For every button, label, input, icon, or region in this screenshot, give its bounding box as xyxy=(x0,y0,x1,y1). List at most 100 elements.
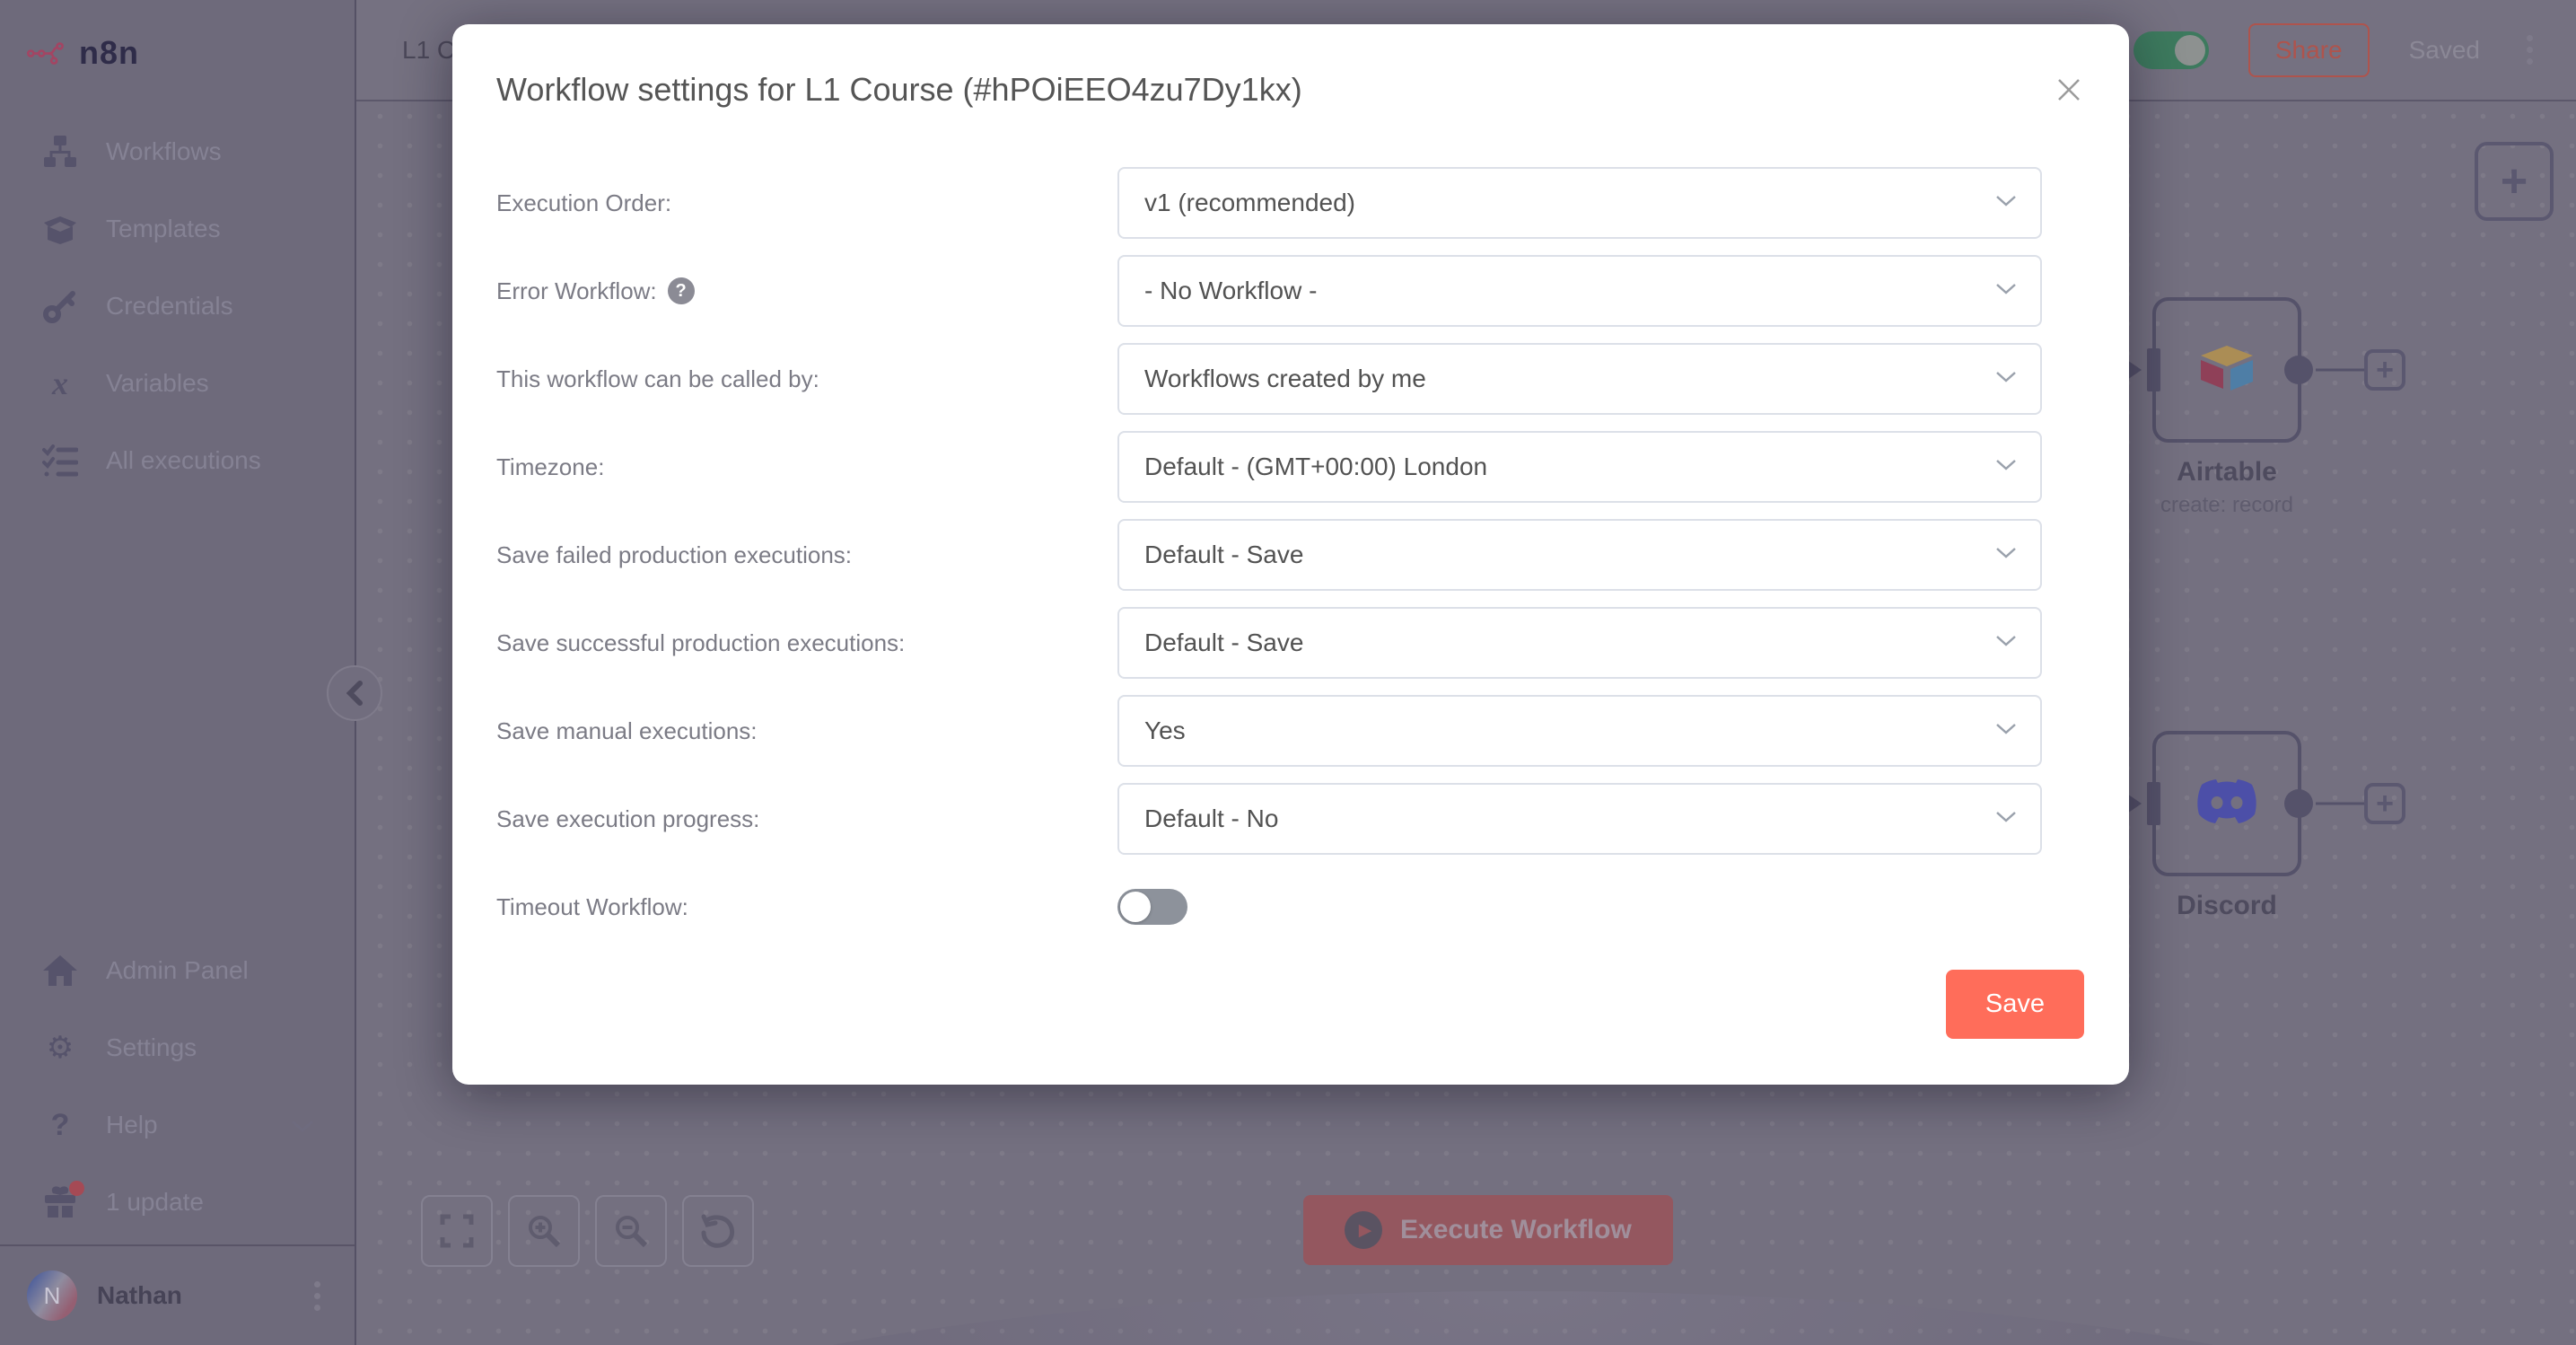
user-kebab-menu-icon[interactable] xyxy=(307,1274,328,1318)
sidebar-item-label: All executions xyxy=(106,446,261,475)
help-tooltip-icon[interactable]: ? xyxy=(668,277,695,304)
selected-value: Workflows created by me xyxy=(1144,365,1426,393)
n8n-logo-icon xyxy=(27,32,65,74)
sidebar-item-label: Variables xyxy=(106,369,209,398)
save-failed-executions-select[interactable]: Default - Save xyxy=(1117,519,2042,591)
sidebar-bottom: Admin Panel ⚙ Settings ? Help xyxy=(0,932,355,1345)
share-button[interactable]: Share xyxy=(2248,23,2370,77)
sidebar-item-label: Templates xyxy=(106,215,221,243)
box-icon xyxy=(41,211,79,247)
add-connected-node-button[interactable]: + xyxy=(2364,783,2405,824)
sidebar-nav: Workflows Templates xyxy=(0,113,355,499)
sidebar-item-admin-panel[interactable]: Admin Panel xyxy=(0,932,355,1009)
sidebar-item-settings[interactable]: ⚙ Settings xyxy=(0,1009,355,1086)
sidebar-item-label: Workflows xyxy=(106,137,222,166)
node-airtable-body[interactable]: + xyxy=(2152,297,2301,443)
topbar-controls: Share Saved xyxy=(2134,23,2540,77)
sidebar-item-label: 1 update xyxy=(106,1188,204,1217)
question-icon: ? xyxy=(41,1108,79,1143)
field-label: Save manual executions: xyxy=(452,717,1117,745)
zoom-out-button[interactable] xyxy=(595,1195,667,1267)
close-icon[interactable] xyxy=(2050,71,2088,109)
selected-value: - No Workflow - xyxy=(1144,277,1317,305)
sidebar-item-variables[interactable]: x Variables xyxy=(0,345,355,422)
chevron-down-icon xyxy=(290,1111,315,1139)
save-execution-progress-select[interactable]: Default - No xyxy=(1117,783,2042,855)
sidebar-item-label: Credentials xyxy=(106,292,233,321)
sidebar-item-help[interactable]: ? Help xyxy=(0,1086,355,1164)
save-successful-executions-select[interactable]: Default - Save xyxy=(1117,607,2042,679)
node-discord: + Discord xyxy=(2152,731,2301,876)
sidebar: n8n Workflows xyxy=(0,0,356,1345)
avatar: N xyxy=(27,1270,77,1321)
form-row: Save manual executions: Yes xyxy=(452,687,2129,775)
connector-line xyxy=(2316,803,2364,805)
selected-value: Default - Save xyxy=(1144,629,1303,657)
workflow-kebab-menu-icon[interactable] xyxy=(2519,28,2540,72)
home-icon xyxy=(41,953,79,989)
add-node-button[interactable]: + xyxy=(2475,142,2554,221)
execution-order-select[interactable]: v1 (recommended) xyxy=(1117,167,2042,239)
form-row: Timeout Workflow: xyxy=(452,863,2129,951)
sidebar-item-label: Admin Panel xyxy=(106,956,249,985)
workflow-settings-modal: Workflow settings for L1 Course (#hPOiEE… xyxy=(452,24,2129,1085)
caller-policy-select[interactable]: Workflows created by me xyxy=(1117,343,2042,415)
field-label: Save failed production executions: xyxy=(452,541,1117,569)
input-port xyxy=(2147,348,2160,391)
sticky-note-edge xyxy=(536,1291,2510,1345)
field-label: Timezone: xyxy=(452,453,1117,481)
chevron-down-icon xyxy=(1995,195,2017,211)
sidebar-item-templates[interactable]: Templates xyxy=(0,190,355,268)
field-label: Save successful production executions: xyxy=(452,629,1117,657)
fit-view-button[interactable] xyxy=(421,1195,493,1267)
zoom-in-button[interactable] xyxy=(508,1195,580,1267)
field-label: This workflow can be called by: xyxy=(452,365,1117,393)
settings-form: Execution Order: v1 (recommended) Error … xyxy=(452,159,2129,951)
selected-value: Yes xyxy=(1144,716,1186,745)
saved-status: Saved xyxy=(2409,36,2480,65)
chevron-down-icon xyxy=(1995,635,2017,651)
field-label: Save execution progress: xyxy=(452,805,1117,833)
modal-header: Workflow settings for L1 Course (#hPOiEE… xyxy=(452,24,2129,109)
output-port[interactable] xyxy=(2284,789,2313,818)
form-row: Save execution progress: Default - No xyxy=(452,775,2129,863)
user-name: Nathan xyxy=(97,1281,287,1310)
timeout-workflow-toggle[interactable] xyxy=(1117,889,1187,925)
form-row: Timezone: Default - (GMT+00:00) London xyxy=(452,423,2129,511)
checklist-icon xyxy=(41,443,79,479)
sidebar-item-label: Help xyxy=(106,1111,158,1139)
chevron-down-icon xyxy=(1995,547,2017,563)
form-row: Save failed production executions: Defau… xyxy=(452,511,2129,599)
error-workflow-select[interactable]: - No Workflow - xyxy=(1117,255,2042,327)
output-port[interactable] xyxy=(2284,356,2313,384)
node-discord-body[interactable]: + xyxy=(2152,731,2301,876)
reset-zoom-button[interactable] xyxy=(682,1195,754,1267)
selected-value: Default - Save xyxy=(1144,541,1303,569)
user-menu[interactable]: N Nathan xyxy=(0,1246,355,1345)
add-connected-node-button[interactable]: + xyxy=(2364,349,2405,391)
sidebar-item-credentials[interactable]: Credentials xyxy=(0,268,355,345)
sidebar-collapse-button[interactable] xyxy=(327,665,382,721)
chevron-down-icon xyxy=(1995,723,2017,739)
workflow-active-toggle[interactable] xyxy=(2134,31,2209,69)
field-label: Execution Order: xyxy=(452,189,1117,217)
save-manual-executions-select[interactable]: Yes xyxy=(1117,695,2042,767)
save-button[interactable]: Save xyxy=(1946,970,2084,1039)
execute-workflow-label: Execute Workflow xyxy=(1400,1215,1632,1245)
n8n-logo[interactable]: n8n xyxy=(0,0,355,106)
sidebar-item-updates[interactable]: 1 update xyxy=(0,1164,355,1241)
form-row: Save successful production executions: D… xyxy=(452,599,2129,687)
variables-icon: x xyxy=(41,365,79,402)
update-badge-dot xyxy=(69,1181,84,1196)
execute-workflow-button[interactable]: ▶ Execute Workflow xyxy=(1303,1195,1673,1265)
modal-title: Workflow settings for L1 Course (#hPOiEE… xyxy=(496,71,2085,109)
gear-icon: ⚙ xyxy=(41,1030,79,1066)
chevron-down-icon xyxy=(1995,371,2017,387)
sidebar-item-all-executions[interactable]: All executions xyxy=(0,422,355,499)
input-port xyxy=(2147,782,2160,825)
sidebar-item-workflows[interactable]: Workflows xyxy=(0,113,355,190)
canvas-controls xyxy=(421,1195,754,1267)
gift-icon xyxy=(41,1184,79,1220)
node-airtable: + Airtable create: record xyxy=(2152,297,2301,443)
timezone-select[interactable]: Default - (GMT+00:00) London xyxy=(1117,431,2042,503)
